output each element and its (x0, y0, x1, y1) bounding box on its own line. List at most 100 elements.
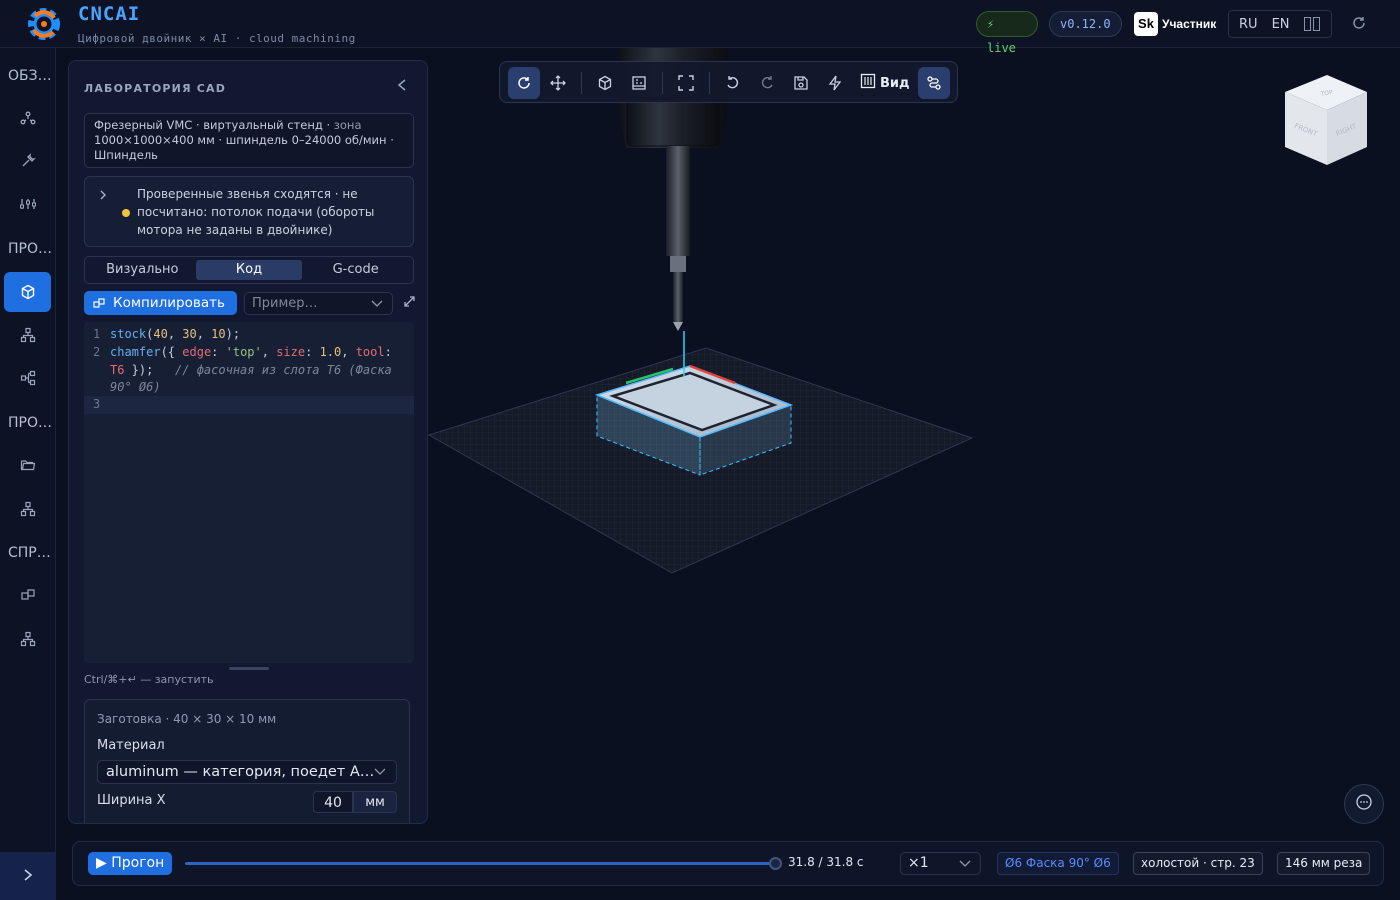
language-switcher: RU EN (1228, 10, 1332, 38)
code-token: 10 (211, 327, 226, 341)
rail-wrench-icon[interactable] (0, 141, 56, 181)
code-line: 3 (84, 396, 414, 414)
width-x-input[interactable]: 40 (313, 791, 353, 813)
rail-sliders-icon[interactable] (0, 184, 56, 224)
code-token: stock (110, 327, 147, 341)
orbit-tool-icon[interactable] (508, 67, 540, 99)
lang-en-button[interactable]: EN (1272, 17, 1290, 32)
timeline-slider[interactable] (185, 857, 782, 870)
width-unit: мм (353, 791, 397, 813)
logo-gear-icon (28, 8, 60, 40)
verification-status[interactable]: Проверенные звенья сходятся · не посчита… (84, 176, 414, 247)
pan-tool-icon[interactable] (542, 67, 574, 99)
cube-view-icon[interactable] (589, 67, 621, 99)
code-token: T6 (110, 362, 125, 377)
machine-line-2: 1000×1000×400 мм · шпиндель 0–24000 об/м… (94, 133, 394, 147)
simulation-bar: ▶ Прогон 31.8 / 31.8 с ×1 Ø6 Фаска 90° Ø… (72, 841, 1384, 886)
material-select[interactable]: aluminum — категория, поедет А… (97, 760, 397, 784)
time-readout: 31.8 / 31.8 с (788, 855, 864, 869)
warning-dot-icon (122, 209, 130, 217)
layout-toggle-icon[interactable] (1303, 17, 1320, 31)
editor-mode-tabs: Визуально Код G-code (84, 256, 414, 284)
material-label: Материал (97, 738, 165, 753)
collapse-panel-button[interactable] (397, 79, 407, 95)
lightning-icon[interactable] (819, 67, 851, 99)
rail-section-help: СПРАВКА (8, 545, 54, 561)
view-sliders-icon (860, 73, 876, 93)
rail-hierarchy-icon[interactable] (0, 315, 56, 355)
cad-lab-panel: ЛАБОРАТОРИЯ CAD Фрезерный VMC · виртуаль… (68, 60, 428, 824)
compile-label: Компилировать (113, 295, 225, 311)
chat-bubble-icon (1355, 793, 1373, 815)
rail-graph-icon[interactable] (0, 358, 56, 398)
rail-hierarchy-icon-3[interactable] (0, 619, 56, 659)
stock-settings: Заготовка · 40 × 30 × 10 мм Материал alu… (84, 699, 410, 823)
run-simulation-button[interactable]: ▶ Прогон (88, 852, 172, 875)
stock-caption: Заготовка · 40 × 30 × 10 мм (97, 712, 277, 726)
tab-gcode[interactable]: G-code (302, 260, 409, 280)
code-token: size (276, 345, 306, 359)
code-token: 1.0 (319, 345, 342, 359)
chevron-right-icon (99, 189, 107, 204)
cut-length-chip: 146 мм реза (1277, 852, 1371, 875)
machine-line-3: Шпиндель (94, 148, 158, 162)
partner-logo: Sk (1134, 12, 1158, 36)
expand-editor-icon[interactable] (403, 295, 416, 312)
timeline-handle[interactable] (769, 857, 782, 870)
active-tool-chip: Ø6 Фаска 90° Ø6 (997, 852, 1119, 875)
example-placeholder: Пример… (252, 296, 318, 311)
machine-info: Фрезерный VMC · виртуальный стенд · зона… (84, 113, 414, 168)
blocks-icon (93, 291, 107, 323)
code-token: tool (355, 345, 385, 359)
viewport-toolbar: Вид (499, 61, 958, 103)
panel-title: ЛАБОРАТОРИЯ CAD (84, 82, 227, 95)
live-badge: ⚡ live (976, 11, 1038, 55)
undo-icon[interactable] (717, 67, 749, 99)
left-rail: ОБЗОР ПРОЕКТЫ ПРОЕКТЫ СПРАВКА (0, 48, 56, 900)
code-editor[interactable]: 1 stock(40, 30, 10); 2 chamfer({ edge: 'to… (84, 322, 414, 663)
code-token: 40 (153, 327, 168, 341)
view-cube[interactable]: TOP FRONT RIGHT (1280, 70, 1372, 170)
compile-button[interactable]: Компилировать (84, 291, 237, 315)
assistant-chat-button[interactable] (1344, 784, 1384, 824)
refresh-icon[interactable] (1351, 15, 1367, 31)
lang-ru-button[interactable]: RU (1239, 17, 1258, 32)
tab-code[interactable]: Код (195, 260, 303, 280)
rail-network-icon[interactable] (0, 98, 56, 138)
speed-select[interactable]: ×1 (900, 852, 981, 875)
save-icon[interactable] (785, 67, 817, 99)
chevron-down-icon (959, 853, 971, 881)
rail-cube-icon[interactable] (4, 272, 51, 312)
material-value: aluminum — категория, поедет А… (106, 764, 375, 780)
code-token: 'top' (225, 345, 262, 359)
rail-section-overview: ОБЗОР (8, 68, 54, 84)
brand-title: CNCAI (78, 3, 141, 25)
tab-visual[interactable]: Визуально (89, 260, 196, 280)
view-menu-button[interactable]: Вид (860, 67, 910, 99)
chevron-down-icon (374, 761, 386, 783)
width-x-label: Ширина X (97, 793, 166, 808)
editor-resize-handle[interactable] (229, 667, 269, 670)
speed-value: ×1 (908, 855, 929, 871)
code-line: 2 chamfer({ edge: 'top', size: 1.0, tool:… (93, 345, 400, 394)
section-view-icon[interactable] (623, 67, 655, 99)
rail-folder-icon[interactable] (0, 445, 56, 485)
view-label: Вид (880, 75, 910, 91)
code-comment: // фасочная из слота T6 (Фаска 90° Ø6) (110, 362, 400, 395)
rail-section-projects-2: ПРОЕКТЫ (8, 415, 54, 431)
rail-expand-button[interactable] (0, 852, 56, 900)
3d-viewport[interactable] (428, 48, 1400, 838)
rail-hierarchy-icon-2[interactable] (0, 489, 56, 529)
fit-view-icon[interactable] (670, 67, 702, 99)
brand-subtitle: Цифровой двойник × AI · cloud machining (78, 32, 356, 45)
run-shortcut-hint: Ctrl/⌘+↵ — запустить (84, 673, 214, 686)
code-line: 1 stock(40, 30, 10); (93, 327, 241, 341)
chevron-down-icon (371, 293, 383, 321)
top-bar: CNCAI Цифровой двойник × AI · cloud mach… (0, 0, 1400, 55)
example-select[interactable]: Пример… (244, 292, 393, 315)
version-badge: v0.12.0 (1049, 11, 1122, 37)
redo-icon[interactable] (751, 67, 783, 99)
rail-layers-icon[interactable] (0, 575, 56, 615)
toolpath-toggle-icon[interactable] (918, 67, 950, 99)
partner-label: Участник (1162, 17, 1217, 31)
